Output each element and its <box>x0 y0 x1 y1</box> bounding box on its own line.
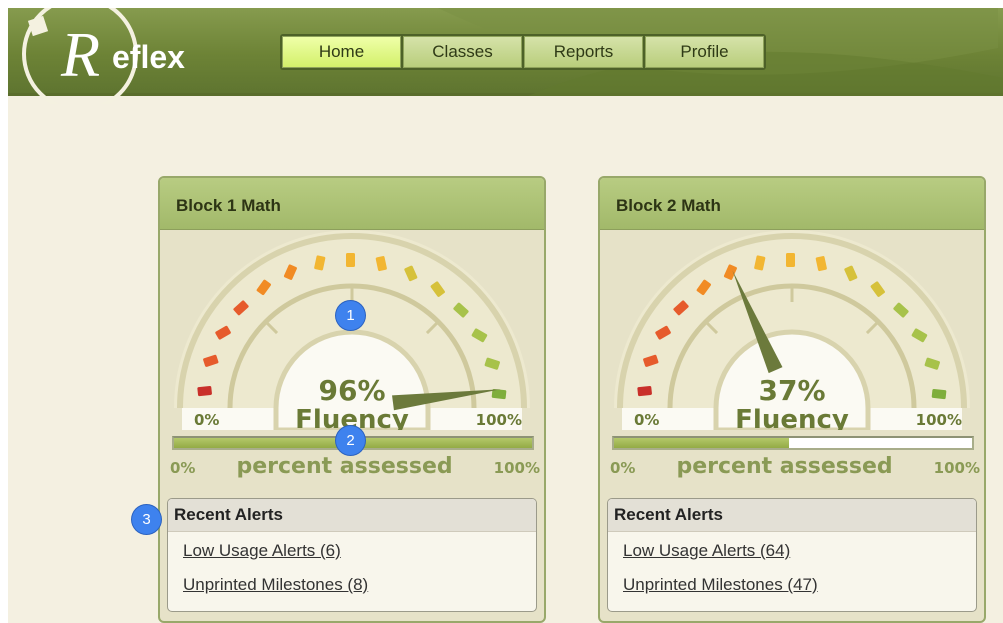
assessed-max-label: 100% <box>933 459 980 477</box>
class-card-block-2: Block 2 Math 37% Fluency 0% 100% Recent Ale… <box>598 176 986 623</box>
assessed-label: percent assessed <box>236 454 453 479</box>
unprinted-milestones-link[interactable]: Unprinted Milestones (8) <box>183 575 536 595</box>
recent-alerts-title: Recent Alerts <box>168 499 536 532</box>
unprinted-milestones-link[interactable]: Unprinted Milestones (47) <box>623 575 976 595</box>
tab-reports[interactable]: Reports <box>524 36 643 68</box>
low-usage-alerts-link[interactable]: Low Usage Alerts (64) <box>623 541 976 561</box>
fluency-gauge: 96%Fluency0% 100% <box>174 230 530 430</box>
low-usage-alerts-link[interactable]: Low Usage Alerts (6) <box>183 541 536 561</box>
fluency-gauge: 37%Fluency 0% 100% <box>614 230 970 430</box>
class-title[interactable]: Block 1 Math <box>160 178 544 230</box>
assessed-max-label: 100% <box>493 459 540 477</box>
logo-text: eflex <box>112 39 185 75</box>
fluency-percent: 37% <box>758 374 825 407</box>
assessed-min-label: 0% <box>610 459 636 477</box>
fluency-label: Fluency <box>735 405 849 430</box>
annotation-badge-3: 3 <box>132 505 161 534</box>
percent-assessed-fill <box>614 438 790 448</box>
app-window: R eflex Home Classes Reports Profile Blo… <box>8 8 1003 623</box>
percent-assessed-labels: 0% percent assessed 100% <box>610 454 980 479</box>
tab-profile[interactable]: Profile <box>645 36 764 68</box>
main-nav: Home Classes Reports Profile <box>280 34 766 70</box>
tab-home[interactable]: Home <box>282 36 401 68</box>
assessed-label: percent assessed <box>676 454 893 479</box>
recent-alerts-panel: Recent Alerts Low Usage Alerts (6) Unpri… <box>167 498 537 612</box>
gauge-segment <box>931 388 947 400</box>
scale-min-label: 0% <box>194 411 219 429</box>
scale-max-label: 100% <box>476 411 522 429</box>
assessed-min-label: 0% <box>170 459 196 477</box>
tab-classes[interactable]: Classes <box>403 36 522 68</box>
reflex-logo[interactable]: R eflex <box>16 8 216 104</box>
fluency-percent: 96% <box>318 374 385 407</box>
percent-assessed-labels: 0% percent assessed 100% <box>170 454 540 479</box>
gauge-segment <box>637 385 652 397</box>
class-card-block-1: Block 1 Math 96% Fluency 0% 100% Recent Ale… <box>158 176 546 623</box>
gauge-segment <box>346 253 355 267</box>
scale-min-label: 0% <box>634 411 659 429</box>
svg-text:R: R <box>60 19 100 90</box>
annotation-badge-2: 2 <box>336 426 365 455</box>
gauge-segment <box>786 253 795 267</box>
annotation-badge-1: 1 <box>336 301 365 330</box>
recent-alerts-title: Recent Alerts <box>608 499 976 532</box>
app-header: R eflex Home Classes Reports Profile <box>8 8 1003 104</box>
percent-assessed-bar <box>612 436 974 450</box>
gauge-segment <box>197 385 212 397</box>
recent-alerts-panel: Recent Alerts Low Usage Alerts (64) Unpr… <box>607 498 977 612</box>
class-title[interactable]: Block 2 Math <box>600 178 984 230</box>
scale-max-label: 100% <box>916 411 962 429</box>
